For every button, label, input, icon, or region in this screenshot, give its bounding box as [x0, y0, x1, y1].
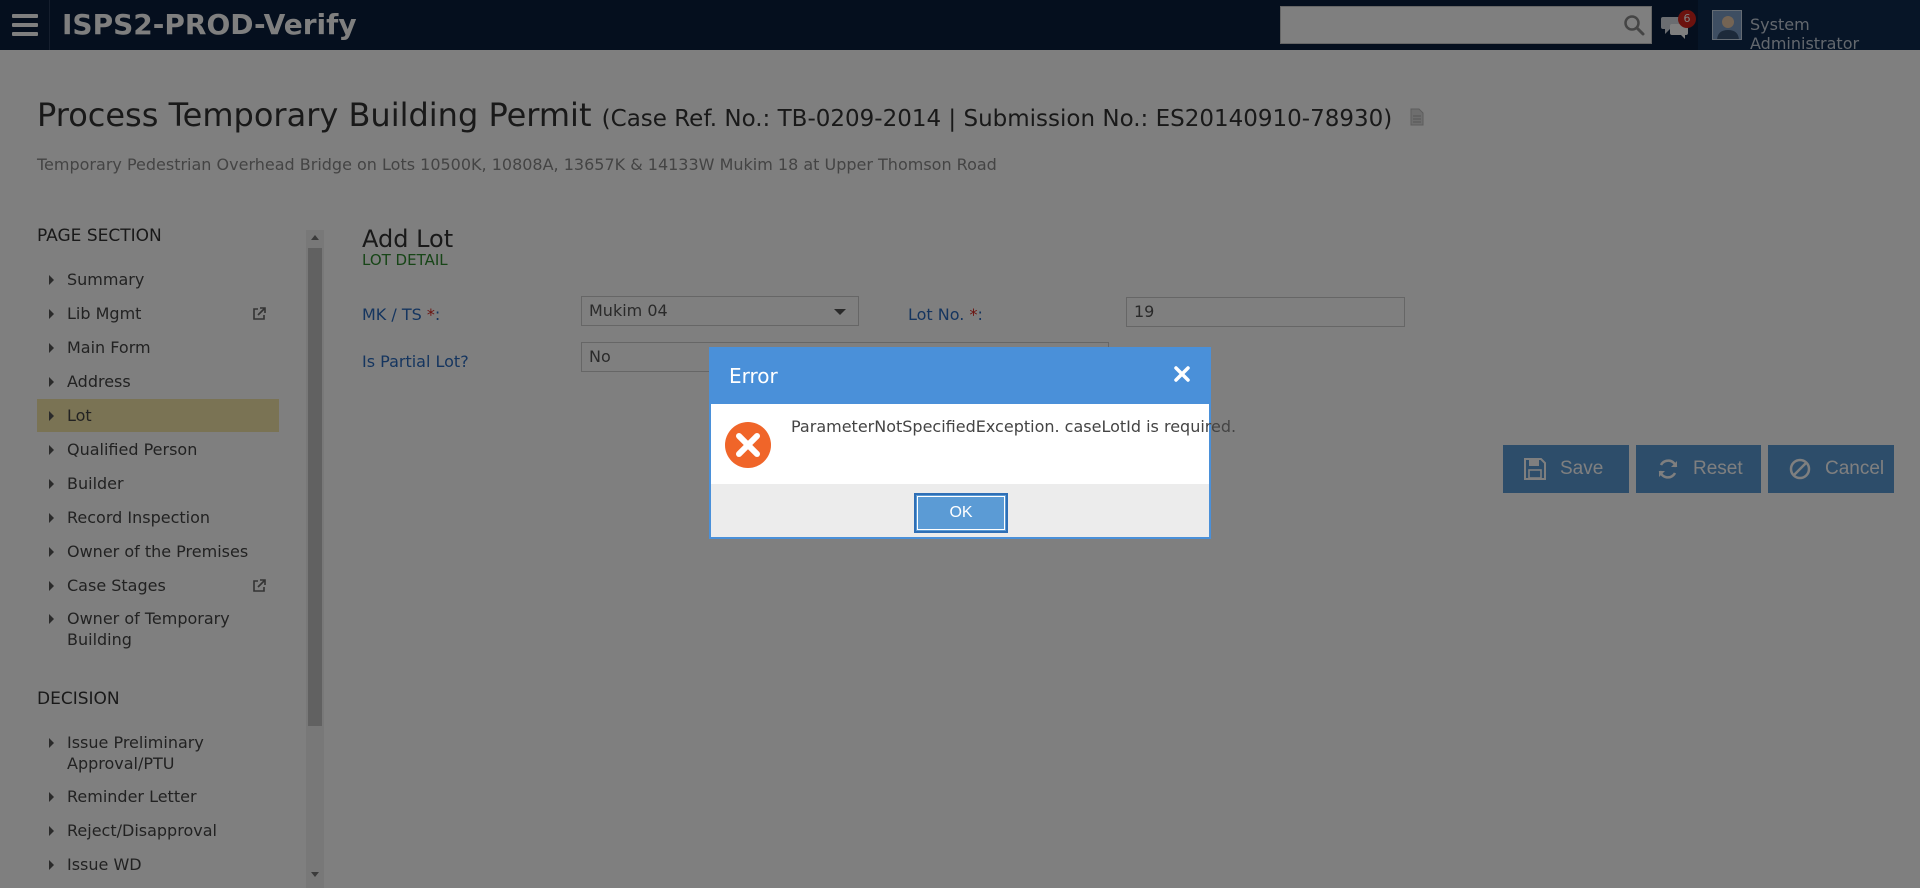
dialog-header: Error [711, 349, 1209, 404]
dialog-message: ParameterNotSpecifiedException. caseLotI… [791, 417, 1237, 436]
error-x-icon [725, 422, 771, 468]
dialog-title: Error [729, 364, 778, 388]
error-dialog: Error ParameterNotSpecifiedException. ca… [709, 347, 1236, 539]
ok-button[interactable]: OK [914, 493, 1008, 533]
close-icon[interactable] [1173, 365, 1191, 383]
